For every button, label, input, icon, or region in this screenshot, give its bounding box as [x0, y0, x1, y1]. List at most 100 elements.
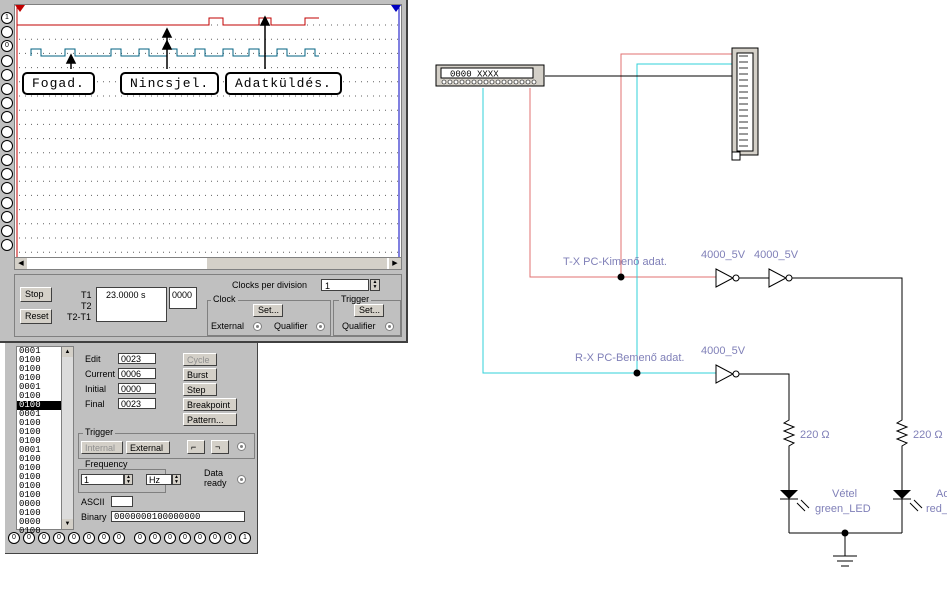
input-terminal[interactable] [1, 97, 13, 110]
input-terminal[interactable]: 1 [1, 12, 13, 24]
generator-pin[interactable] [513, 79, 519, 85]
generator-pin[interactable] [459, 79, 465, 85]
generator-pin[interactable] [441, 79, 447, 85]
input-terminal[interactable] [1, 168, 13, 181]
input-terminal[interactable] [1, 125, 13, 138]
input-terminal[interactable] [1, 68, 13, 81]
output-terminal[interactable]: 0 [149, 532, 161, 544]
input-terminal[interactable] [1, 210, 13, 223]
scroll-up-icon[interactable]: ▲ [62, 347, 73, 357]
scroll-right-icon[interactable]: ▶ [389, 258, 401, 269]
output-terminal[interactable]: 0 [53, 532, 65, 544]
output-terminal[interactable]: 0 [68, 532, 80, 544]
rising-edge-button[interactable]: ⌐ [187, 440, 205, 454]
output-terminal[interactable]: 0 [23, 532, 35, 544]
generator-pin[interactable] [447, 79, 453, 85]
ascii-field[interactable] [111, 496, 133, 507]
input-terminal[interactable]: 0 [1, 40, 13, 53]
output-terminal[interactable]: 0 [8, 532, 20, 544]
generator-pin[interactable] [465, 79, 471, 85]
output-terminal[interactable]: 1 [239, 532, 251, 544]
scroll-left-icon[interactable]: ◀ [15, 258, 27, 269]
generator-pin[interactable] [483, 79, 489, 85]
generator-pin[interactable] [489, 79, 495, 85]
logic-analyzer-component[interactable] [731, 47, 759, 161]
final-field[interactable]: 0023 [118, 398, 156, 409]
pattern-button[interactable]: Pattern... [183, 413, 237, 426]
output-terminal[interactable]: 0 [113, 532, 125, 544]
final-label: Final [85, 399, 105, 409]
external-button[interactable]: External [126, 441, 170, 454]
generator-pin[interactable] [477, 79, 483, 85]
output-terminal[interactable]: 0 [38, 532, 50, 544]
output-terminal[interactable]: 0 [194, 532, 206, 544]
scroll-thumb[interactable] [207, 258, 387, 269]
word-list-scrollbar[interactable]: ▲ ▼ [61, 346, 74, 530]
input-terminal[interactable] [1, 111, 13, 124]
generator-pin[interactable] [507, 79, 513, 85]
output-terminal[interactable]: 0 [83, 532, 95, 544]
resistor-left[interactable] [782, 415, 796, 490]
input-terminal[interactable] [1, 54, 13, 67]
step-button[interactable]: Step [183, 383, 217, 396]
output-terminal[interactable]: 0 [164, 532, 176, 544]
input-terminal[interactable] [1, 196, 13, 209]
led-red[interactable] [893, 490, 923, 533]
falling-edge-button[interactable]: ¬ [211, 440, 229, 454]
word-list[interactable]: 0001 0100 0100 0100 0001 0100 0100 0001 0100 0100… [16, 346, 63, 536]
cycle-button[interactable]: Cycle [183, 353, 217, 366]
clocks-per-division-field[interactable]: 1 [321, 279, 369, 291]
breakpoint-button[interactable]: Breakpoint [183, 398, 237, 411]
generator-pin[interactable] [471, 79, 477, 85]
current-field[interactable]: 0006 [118, 368, 156, 379]
clock-qualifier-terminal-icon[interactable] [316, 322, 325, 331]
input-terminal[interactable] [1, 225, 13, 237]
resistor-right[interactable] [895, 415, 909, 490]
trigger-terminal-icon[interactable] [237, 442, 246, 451]
generator-pin[interactable] [519, 79, 525, 85]
frequency-field[interactable]: 1 [81, 474, 124, 485]
gate-rx[interactable] [715, 364, 740, 384]
clock-set-button[interactable]: Set... [253, 304, 283, 317]
generator-pin[interactable] [453, 79, 459, 85]
trigger-set-button[interactable]: Set... [354, 304, 384, 317]
input-terminal[interactable] [1, 26, 13, 39]
frequency-spin-icon[interactable]: ▲ ▼ [124, 474, 133, 485]
gate-tx-2[interactable] [768, 268, 793, 288]
stop-button[interactable]: Stop [20, 287, 52, 302]
edit-field[interactable]: 0023 [118, 353, 156, 364]
output-terminal[interactable]: 0 [224, 532, 236, 544]
generator-pin[interactable] [495, 79, 501, 85]
input-terminal[interactable] [1, 154, 13, 166]
schematic-canvas[interactable]: 0000 XXXX T-X PC-Kimenő adat. R-X PC-Bem… [408, 0, 947, 595]
analyzer-scrollbar[interactable]: ◀ ▶ [14, 257, 402, 270]
output-terminal[interactable]: 0 [209, 532, 221, 544]
generator-pin[interactable] [501, 79, 507, 85]
unit-spin-icon[interactable]: ▲ ▼ [172, 474, 181, 485]
tooltip-adatkuldes: Adatküldés. [225, 72, 342, 95]
output-terminal[interactable]: 0 [179, 532, 191, 544]
led-green[interactable] [780, 490, 810, 533]
input-terminal[interactable] [1, 239, 13, 252]
generator-pin[interactable] [525, 79, 531, 85]
burst-button[interactable]: Burst [183, 368, 217, 381]
input-terminal[interactable] [1, 83, 13, 95]
input-terminal[interactable] [1, 139, 13, 152]
analyzer-screen[interactable]: Fogad. Nincsjel. Adatküldés. [14, 4, 402, 258]
gate-tx-1[interactable] [715, 268, 740, 288]
initial-field[interactable]: 0000 [118, 383, 156, 394]
output-terminal[interactable]: 0 [134, 532, 146, 544]
binary-field[interactable]: 0000000100000000 [111, 511, 245, 522]
scroll-down-icon[interactable]: ▼ [62, 519, 73, 529]
frequency-unit-field[interactable]: Hz [146, 474, 172, 485]
internal-button[interactable]: Internal [81, 441, 123, 454]
clocks-spin-icon[interactable]: ▲ ▼ [370, 279, 380, 291]
input-terminal[interactable] [1, 182, 13, 195]
reset-button[interactable]: Reset [20, 309, 52, 324]
data-ready-terminal-icon[interactable] [237, 475, 246, 484]
clock-external-terminal-icon[interactable] [253, 322, 262, 331]
trigger-qualifier-terminal-icon[interactable] [385, 322, 394, 331]
junction-tx [617, 273, 625, 281]
generator-pin[interactable] [531, 79, 537, 85]
output-terminal[interactable]: 0 [98, 532, 110, 544]
